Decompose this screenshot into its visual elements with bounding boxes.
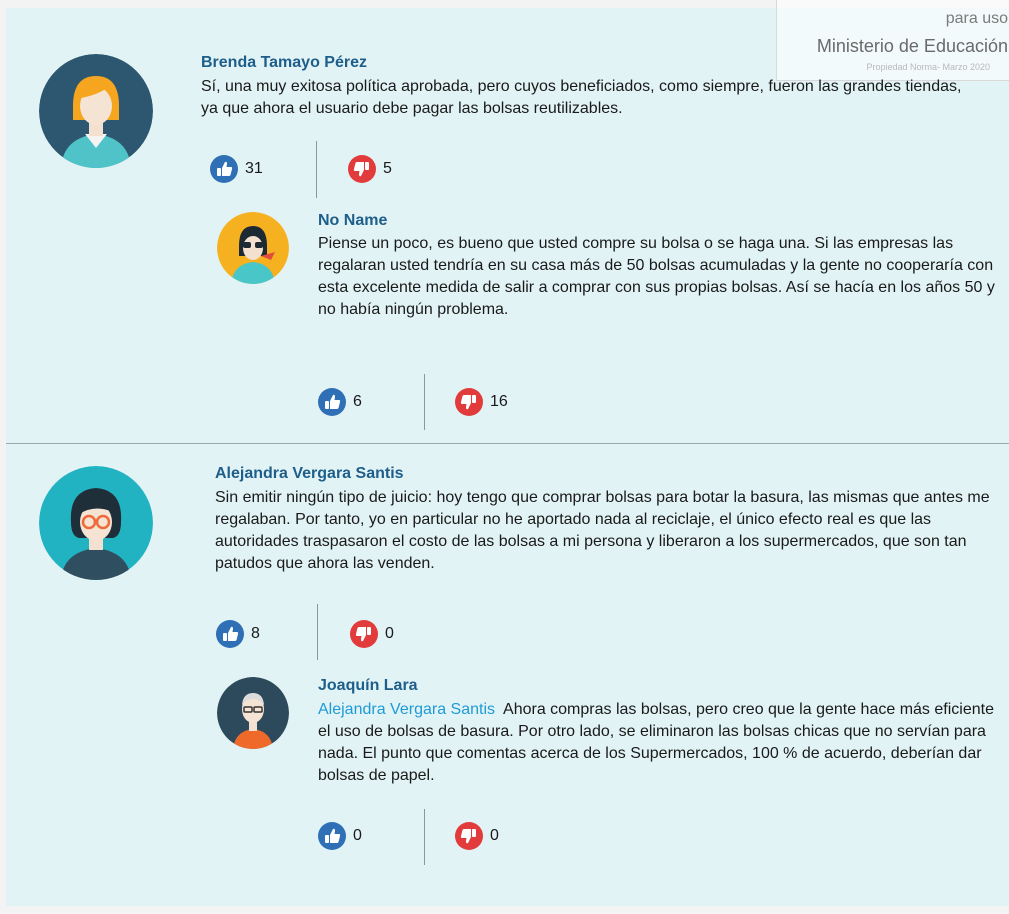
dislike-count: 0 [490,827,499,844]
reply-text: Alejandra Vergara Santis Ahora compras l… [318,699,998,787]
avatar-alejandra[interactable] [39,466,153,580]
like-count: 0 [353,827,362,844]
comment-divider [6,443,1009,444]
dislike-count: 0 [385,625,394,642]
reply-author[interactable]: No Name [318,212,387,230]
comment-text: Sin emitir ningún tipo de juicio: hoy te… [215,489,990,572]
dislike-count: 16 [490,393,508,410]
like-button[interactable]: 8 [216,619,260,649]
like-count: 31 [245,160,263,177]
reply-author[interactable]: Joaquín Lara [318,677,418,695]
watermark-line-1: para uso [945,10,1008,27]
reply-text: Piense un poco, es bueno que usted compr… [318,235,995,318]
dislike-button[interactable]: 5 [348,154,392,184]
watermark: para uso Ministerio de Educación Propied… [776,0,1009,81]
avatar-brenda[interactable] [39,54,153,168]
comment-author[interactable]: Brenda Tamayo Pérez [201,54,367,72]
reply-dislike-button[interactable]: 0 [455,821,499,851]
watermark-line-2: Ministerio de Educación [816,36,1008,56]
avatar-joaquin[interactable] [217,677,289,749]
thumbs-up-icon [216,620,244,648]
thumbs-down-icon [350,620,378,648]
thumbs-up-icon [318,388,346,416]
vote-divider [317,604,318,660]
avatar-no-name[interactable] [217,212,289,284]
watermark-line-3: Propiedad Norma- Marzo 2020 [866,62,990,72]
thumbs-down-icon [348,155,376,183]
reply-dislike-button[interactable]: 16 [455,387,508,417]
comment-text: Sí, una muy exitosa política aprobada, p… [201,78,962,117]
vote-divider [316,141,317,198]
reply-like-button[interactable]: 6 [318,387,362,417]
like-count: 8 [251,625,260,642]
thumbs-down-icon [455,822,483,850]
dislike-count: 5 [383,160,392,177]
reply-like-button[interactable]: 0 [318,821,362,851]
thumbs-up-icon [210,155,238,183]
vote-divider [424,809,425,865]
thumbs-down-icon [455,388,483,416]
like-button[interactable]: 31 [210,154,263,184]
mention-link[interactable]: Alejandra Vergara Santis [318,701,495,718]
dislike-button[interactable]: 0 [350,619,394,649]
vote-divider [424,374,425,430]
comment-author[interactable]: Alejandra Vergara Santis [215,465,404,483]
like-count: 6 [353,393,362,410]
thumbs-up-icon [318,822,346,850]
